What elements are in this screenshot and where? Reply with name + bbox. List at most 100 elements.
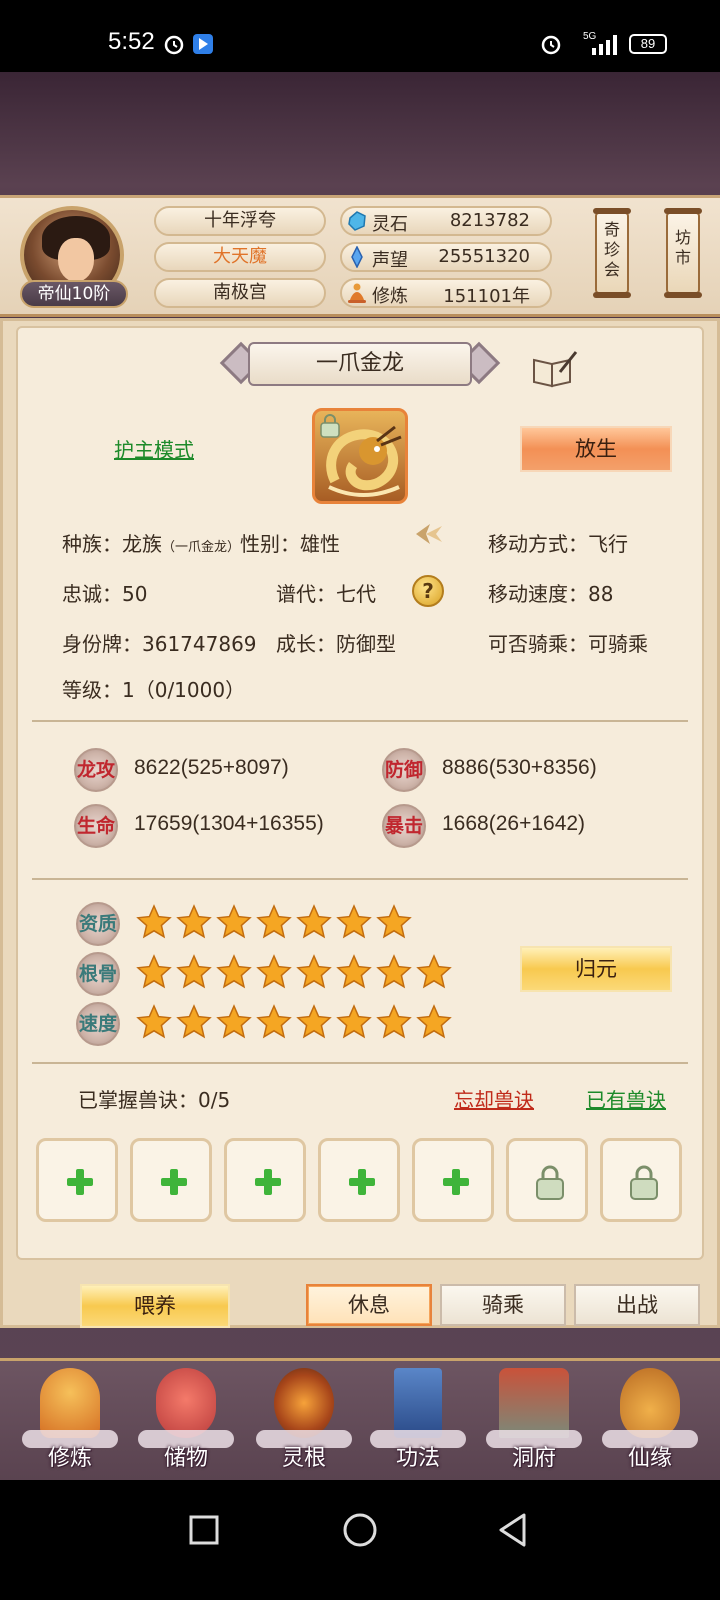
move-type-attr: 移动方式：飞行 [488,532,628,556]
avatar-face [58,238,94,282]
locked-skill-slot[interactable] [600,1138,682,1222]
nav-cultivate[interactable]: 修炼 [18,1364,122,1476]
crit-stat-value: 1668(26+1642) [442,812,586,835]
home-icon[interactable] [342,1512,378,1548]
signal-icon [592,35,617,55]
spirit-root-icon [274,1368,334,1438]
section-divider [32,720,688,722]
lock-icon [536,1165,564,1200]
crit-stat-icon: 暴击 [382,804,426,848]
player-header: 帝仙10阶 十年浮夸 大天魔 南极宫 灵石 8213782 声望 2555132… [0,195,720,317]
alarm-icon [164,35,184,55]
cave-dwelling-icon [499,1368,569,1438]
battery-indicator: 89 [629,34,667,54]
tab-rest[interactable]: 休息 [306,1284,432,1326]
star-icon [216,954,252,989]
prestige-crystal-icon [351,246,363,268]
spirit-stone-icon [348,211,366,231]
owned-skills-link[interactable]: 已有兽诀 [586,1084,666,1113]
add-skill-slot[interactable] [130,1138,212,1222]
plus-icon [161,1169,187,1195]
section-divider [32,1062,688,1064]
resource-cultivation: 修炼 151101年 [340,278,552,308]
rank-badge: 帝仙10阶 [20,280,128,308]
status-bar: 5:52 5G 89 [0,0,720,72]
storage-bag-icon [156,1368,216,1438]
star-icon [296,904,332,939]
speed-icon: 速度 [76,1002,120,1046]
app-notification-icon [193,34,213,54]
add-skill-slot[interactable] [36,1138,118,1222]
defense-stat-icon: 防御 [382,748,426,792]
nav-spirit-root[interactable]: 灵根 [252,1364,356,1476]
star-icon [336,1004,372,1039]
growth-attr: 成长：防御型 [276,632,396,656]
star-icon [136,1004,172,1039]
restore-button[interactable]: 归元 [520,946,672,992]
star-icon [376,1004,412,1039]
level-attr: 等级：1（0/1000） [62,678,246,702]
star-icon [256,1004,292,1039]
nav-storage[interactable]: 储物 [134,1364,238,1476]
star-icon [256,904,292,939]
mastered-skills-count: 已掌握兽诀：0/5 [78,1088,231,1112]
pet-lock-icon [320,414,340,438]
fate-gourd-icon [620,1368,680,1438]
star-icon [296,1004,332,1039]
plus-icon [67,1169,93,1195]
nav-fate[interactable]: 仙缘 [598,1364,702,1476]
nav-technique[interactable]: 功法 [366,1364,470,1476]
star-icon [336,954,372,989]
resource-prestige: 声望 25551320 [340,242,552,272]
locked-skill-slot[interactable] [506,1138,588,1222]
arrow-right-icon[interactable] [412,520,446,548]
book-quill-icon[interactable] [530,350,578,390]
treasure-fair-button[interactable]: 奇珍会 [593,208,631,298]
attack-stat-value: 8622(525+8097) [134,756,289,779]
health-stat-value: 17659(1304+16355) [134,812,324,835]
star-icon [176,954,212,989]
status-time: 5:52 [108,28,155,55]
faction-tag: 大天魔 [154,242,326,272]
star-icon [336,904,372,939]
pet-portrait[interactable] [312,408,408,504]
add-skill-slot[interactable] [318,1138,400,1222]
rideable-attr: 可否骑乘：可骑乘 [488,632,648,656]
star-icon [376,954,412,989]
title-tag: 十年浮夸 [154,206,326,236]
loyalty-attr: 忠诚：50 [62,582,148,606]
move-speed-attr: 移动速度：88 [488,582,614,606]
star-icon [176,904,212,939]
add-skill-slot[interactable] [412,1138,494,1222]
forget-skill-link[interactable]: 忘却兽诀 [454,1084,534,1113]
plus-icon [443,1169,469,1195]
release-button[interactable]: 放生 [520,426,672,472]
pet-name: 一爪金龙 [248,342,472,386]
star-icon [216,1004,252,1039]
cultivate-icon [40,1368,100,1438]
aptitude-icon: 资质 [76,902,120,946]
star-icon [136,904,172,939]
generation-attr: 谱代：七代 [276,582,376,606]
nav-cave-dwelling[interactable]: 洞府 [482,1364,586,1476]
race-attr: 种族：龙族（一爪金龙）性别：雄性 [62,532,341,556]
resource-spirit-stone: 灵石 8213782 [340,206,552,236]
tab-ride[interactable]: 骑乘 [440,1284,566,1326]
alarm-icon-right [541,35,561,55]
add-skill-slot[interactable] [224,1138,306,1222]
star-icon [136,954,172,989]
defense-stat-value: 8886(530+8356) [442,756,597,779]
recent-apps-icon[interactable] [188,1514,220,1546]
health-stat-icon: 生命 [74,804,118,848]
star-icon [416,1004,452,1039]
star-icon [416,954,452,989]
guard-mode-link[interactable]: 护主模式 [114,434,194,463]
id-attr: 身份牌：361747869 [62,632,257,656]
section-divider [32,878,688,880]
feed-button[interactable]: 喂养 [80,1284,230,1328]
market-button[interactable]: 坊市 [664,208,702,298]
tab-battle[interactable]: 出战 [574,1284,700,1326]
back-icon[interactable] [496,1512,530,1548]
star-icon [296,954,332,989]
help-icon[interactable]: ? [412,575,444,607]
